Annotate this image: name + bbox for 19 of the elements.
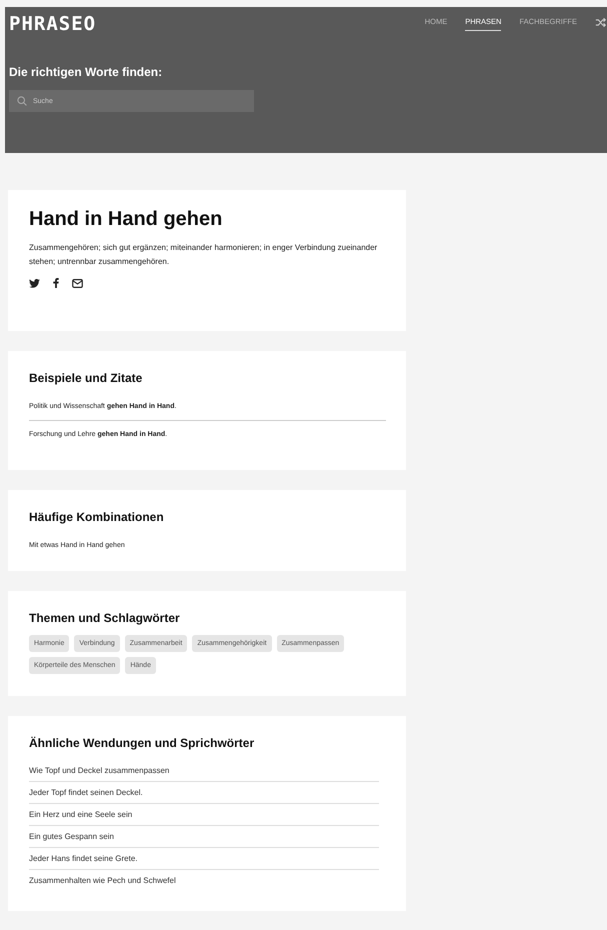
section-heading: Themen und Schlagwörter	[29, 611, 181, 625]
section-heading: Beispiele und Zitate	[29, 371, 144, 385]
phrase-title: Hand in Hand gehen	[29, 208, 224, 231]
similar-phrase-link[interactable]: Zusammenhalten wie Pech und Schwefel	[29, 870, 379, 891]
similar-phrase-link[interactable]: Jeder Hans findet seine Grete.	[29, 848, 379, 870]
phrase-definition: Zusammengehören; sich gut ergänzen; miteinander harmonieren; in enger Verbindung zueinander stehen; untrennbar zusammengehören.	[29, 242, 378, 268]
shuffle-icon[interactable]	[595, 16, 607, 28]
similar-phrase-link[interactable]: Ein Herz und eine Seele sein	[29, 804, 379, 826]
tagline: Die richtigen Worte finden:	[9, 65, 164, 79]
twitter-bird-icon[interactable]	[29, 278, 40, 288]
search-icon	[17, 96, 27, 106]
section-heading: Häufige Kombinationen	[29, 510, 165, 524]
section-heading: Ähnliche Wendungen und Sprichwörter	[29, 736, 256, 750]
similar-phrase-link[interactable]: Wie Topf und Deckel zusammenpassen	[29, 760, 379, 782]
site-logo[interactable]: PHRASEO	[9, 13, 96, 35]
similar-phrase-link[interactable]: Jeder Topf findet seinen Deckel.	[29, 782, 379, 804]
mail-icon[interactable]	[72, 278, 83, 288]
similar-phrase-link[interactable]: Ein gutes Gespann sein	[29, 826, 379, 848]
facebook-f-icon[interactable]	[53, 278, 59, 288]
